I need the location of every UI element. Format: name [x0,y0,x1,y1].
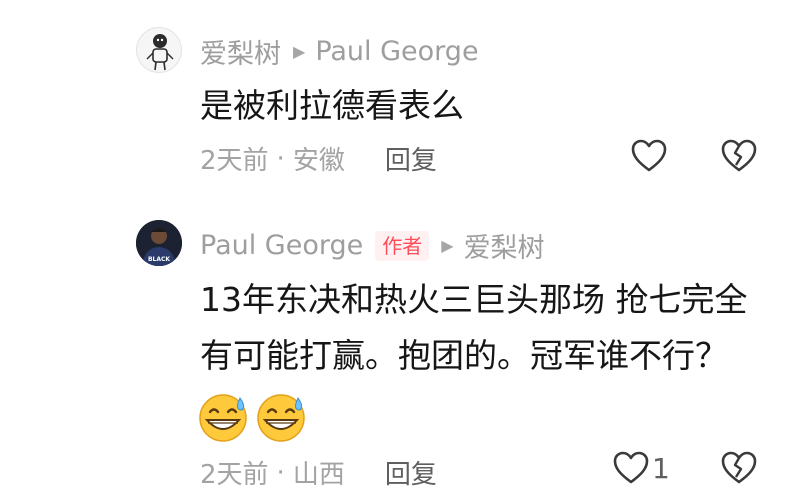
comment-text-line: 有可能打赢。抱团的。冠军谁不行？ [200,336,728,375]
dislike-button[interactable] [720,450,758,490]
jersey-text: BLACK [148,256,170,263]
comment-item: 爱梨树 ▶ Paul George 是被利拉德看表么 2天前 · 安徽 回复 [0,0,800,200]
comment-text: 是被利拉德看表么 [200,86,464,125]
like-button[interactable]: 1 [612,450,670,486]
heart-outline-icon [631,139,667,172]
comment-meta: 爱梨树 ▶ Paul George [200,32,479,71]
author-badge: 作者 [375,230,430,261]
reply-arrow-icon: ▶ [293,42,306,61]
sweat-grin-emoji-icon [257,394,305,442]
heart-outline-icon [613,451,649,484]
comment-item: BLACK Paul George 作者 ▶ 爱梨树 13年东决和热火三巨头那场… [0,200,800,490]
avatar[interactable] [136,27,182,73]
comment-footer: 2天前 · 山西 回复 [200,454,437,491]
comment-meta: Paul George 作者 ▶ 爱梨树 [200,226,545,265]
reply-to-name[interactable]: 爱梨树 [464,226,545,265]
reply-arrow-icon: ▶ [441,236,454,255]
broken-heart-icon [721,451,757,484]
reply-button[interactable]: 回复 [385,454,437,491]
author-name[interactable]: Paul George [200,230,363,261]
like-button[interactable] [630,138,668,174]
comment-time: 2天前 [200,146,269,176]
separator-dot: · [276,457,285,488]
broken-heart-icon [721,139,757,172]
player-photo-icon: BLACK [136,220,182,266]
comment-text-line: 13年东决和热火三巨头那场 抢七完全 [200,280,748,319]
author-name[interactable]: 爱梨树 [200,32,281,71]
like-count: 1 [652,451,670,485]
comment-time: 2天前 [200,460,269,490]
sketch-figure-icon [146,34,174,71]
dislike-button[interactable] [720,138,758,178]
avatar[interactable]: BLACK [136,220,182,266]
comment-text: 13年东决和热火三巨头那场 抢七完全 有可能打赢。抱团的。冠军谁不行？ [200,272,747,384]
emoji-row [196,390,308,444]
reply-button[interactable]: 回复 [385,140,437,177]
comment-location: 安徽 [292,146,345,176]
comment-location: 山西 [292,460,345,490]
comment-footer: 2天前 · 安徽 回复 [200,140,437,177]
sweat-grin-emoji-icon [199,394,247,442]
separator-dot: · [276,143,285,174]
reply-to-name[interactable]: Paul George [315,36,478,67]
